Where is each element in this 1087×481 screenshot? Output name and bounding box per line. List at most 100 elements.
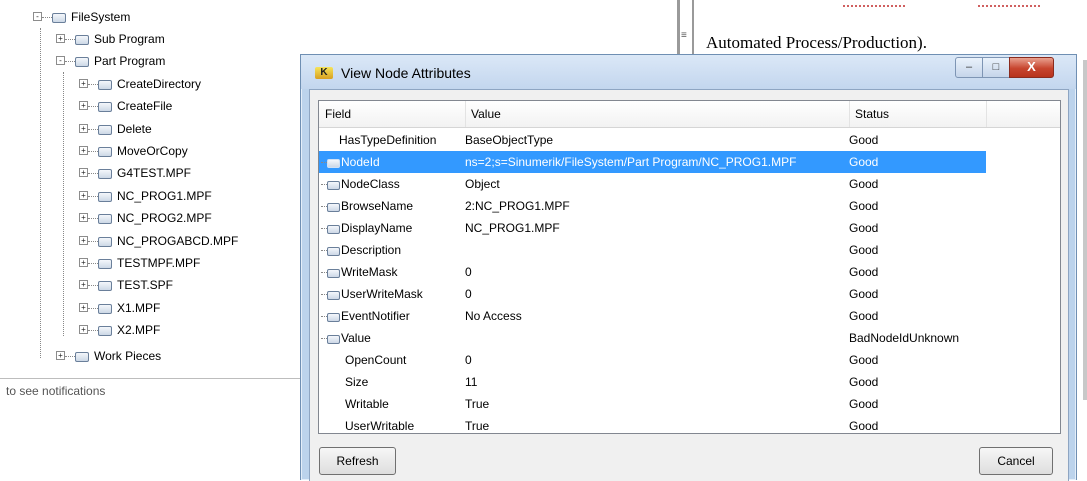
table-row[interactable]: Size 11 Good <box>319 371 986 393</box>
tree-connector <box>65 39 75 40</box>
collapse-icon[interactable]: - <box>33 12 42 21</box>
field-cell: BrowseName <box>319 195 463 217</box>
node-icon <box>327 247 340 256</box>
node-icon <box>327 269 340 278</box>
tree-node-label: Work Pieces <box>94 349 162 363</box>
table-row[interactable]: NodeId ns=2;s=Sinumerik/FileSystem/Part … <box>319 151 986 173</box>
field-cell: Value <box>319 327 463 349</box>
tree-node-label: CreateDirectory <box>117 77 202 91</box>
tree-node-label: NC_PROGABCD.MPF <box>117 234 239 248</box>
node-icon <box>327 225 340 234</box>
column-header-value[interactable]: Value <box>465 101 850 127</box>
expand-icon[interactable]: + <box>79 258 88 267</box>
table-row[interactable]: Value BadNodeIdUnknown <box>319 327 986 349</box>
folder-icon <box>98 80 112 90</box>
attributes-list[interactable]: Field Value Status HasTypeDefinition Bas… <box>318 100 1061 434</box>
table-row[interactable]: BrowseName 2:NC_PROG1.MPF Good <box>319 195 986 217</box>
spellcheck-underline <box>843 5 905 7</box>
close-button[interactable]: X <box>1009 57 1054 78</box>
status-cell: Good <box>849 375 879 389</box>
folder-icon <box>75 57 89 67</box>
table-row[interactable]: WriteMask 0 Good <box>319 261 986 283</box>
field-cell: UserWritable <box>319 415 463 433</box>
expand-icon[interactable]: + <box>79 79 88 88</box>
node-icon <box>327 159 340 168</box>
tree-node-label: X1.MPF <box>117 301 161 315</box>
status-cell: Good <box>849 243 879 257</box>
node-icon <box>327 291 340 300</box>
tree-connector <box>88 263 98 264</box>
field-label: HasTypeDefinition <box>339 133 437 147</box>
folder-icon <box>98 169 112 179</box>
splitter[interactable] <box>677 0 680 60</box>
value-cell: 0 <box>465 287 472 301</box>
table-row[interactable]: EventNotifier No Access Good <box>319 305 986 327</box>
field-cell: NodeId <box>319 151 463 173</box>
field-label: Writable <box>345 397 389 411</box>
column-header-filler <box>987 101 1060 127</box>
folder-icon <box>98 326 112 336</box>
cancel-button[interactable]: Cancel <box>979 447 1053 475</box>
maximize-button[interactable]: □ <box>982 57 1010 78</box>
status-cell: Good <box>849 265 879 279</box>
field-cell: UserWriteMask <box>319 283 463 305</box>
expand-icon[interactable]: + <box>79 213 88 222</box>
refresh-button[interactable]: Refresh <box>319 447 396 475</box>
tree-connector <box>88 106 98 107</box>
folder-icon <box>98 237 112 247</box>
tree-guide-line <box>40 28 41 358</box>
table-row[interactable]: OpenCount 0 Good <box>319 349 986 371</box>
expand-icon[interactable]: + <box>79 101 88 110</box>
tree-node-label: Delete <box>117 122 152 136</box>
field-cell: DisplayName <box>319 217 463 239</box>
expand-icon[interactable]: + <box>79 146 88 155</box>
status-cell: Good <box>849 133 879 147</box>
table-row[interactable]: HasTypeDefinition BaseObjectType Good <box>319 129 986 151</box>
node-icon <box>327 313 340 322</box>
tree-node-label: TEST.SPF <box>117 278 174 292</box>
dialog-title: View Node Attributes <box>341 65 471 81</box>
expand-icon[interactable]: + <box>56 34 65 43</box>
value-cell: NC_PROG1.MPF <box>465 221 560 235</box>
field-label: OpenCount <box>345 353 407 367</box>
dialog-titlebar[interactable]: K View Node Attributes – □ X <box>301 55 1076 89</box>
document-scrollbar[interactable] <box>1083 60 1087 400</box>
status-cell: Good <box>849 177 879 191</box>
value-cell: Object <box>465 177 500 191</box>
expand-icon[interactable]: + <box>79 168 88 177</box>
splitter[interactable] <box>692 0 694 60</box>
table-row[interactable]: NodeClass Object Good <box>319 173 986 195</box>
tree-node-label: NC_PROG2.MPF <box>117 211 212 225</box>
field-cell: NodeClass <box>319 173 463 195</box>
field-cell: EventNotifier <box>319 305 463 327</box>
field-label: UserWriteMask <box>341 287 423 301</box>
column-header-status[interactable]: Status <box>849 101 987 127</box>
expand-icon[interactable]: + <box>56 351 65 360</box>
table-row[interactable]: DisplayName NC_PROG1.MPF Good <box>319 217 986 239</box>
tree-connector <box>88 84 98 85</box>
folder-icon <box>52 13 66 23</box>
expand-icon[interactable]: + <box>79 280 88 289</box>
field-cell: OpenCount <box>319 349 463 371</box>
table-row[interactable]: UserWriteMask 0 Good <box>319 283 986 305</box>
column-header-field[interactable]: Field <box>319 101 466 127</box>
expand-icon[interactable]: + <box>79 124 88 133</box>
status-cell: BadNodeIdUnknown <box>849 331 960 345</box>
collapse-icon[interactable]: - <box>56 56 65 65</box>
table-row[interactable]: UserWritable True Good <box>319 415 986 433</box>
tree-node-label: TESTMPF.MPF <box>117 256 201 270</box>
status-cell: Good <box>849 199 879 213</box>
expand-icon[interactable]: + <box>79 191 88 200</box>
view-node-attributes-dialog: K View Node Attributes – □ X Field Value… <box>300 54 1077 481</box>
status-cell: Good <box>849 155 879 169</box>
expand-icon[interactable]: + <box>79 325 88 334</box>
minimize-button[interactable]: – <box>955 57 983 78</box>
table-row[interactable]: Description Good <box>319 239 986 261</box>
status-cell: Good <box>849 419 879 433</box>
tree-connector <box>88 218 98 219</box>
status-cell: Good <box>849 309 879 323</box>
expand-icon[interactable]: + <box>79 236 88 245</box>
table-row[interactable]: Writable True Good <box>319 393 986 415</box>
panel-separator <box>0 378 300 379</box>
expand-icon[interactable]: + <box>79 303 88 312</box>
